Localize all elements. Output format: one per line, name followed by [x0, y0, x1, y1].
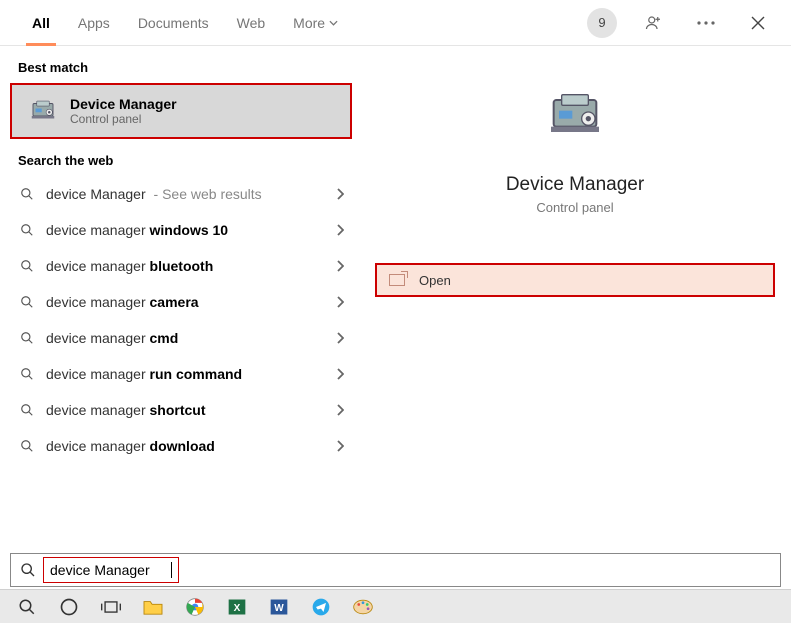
- web-result-label: device manager download: [46, 438, 219, 454]
- taskbar-paint-icon[interactable]: [342, 590, 384, 624]
- tab-all[interactable]: All: [18, 0, 64, 46]
- taskbar-taskview-icon[interactable]: [90, 590, 132, 624]
- search-icon: [18, 367, 36, 381]
- chevron-right-icon: [336, 368, 344, 380]
- web-result-label: device manager camera: [46, 294, 203, 310]
- web-result-label: device Manager - See web results: [46, 186, 262, 202]
- preview-pane: Device Manager Control panel Open: [358, 46, 791, 568]
- best-match-heading: Best match: [0, 46, 358, 83]
- taskbar: X W: [0, 589, 791, 623]
- svg-text:W: W: [274, 603, 284, 614]
- preview-subtitle: Control panel: [536, 200, 613, 215]
- search-icon: [18, 403, 36, 417]
- chevron-right-icon: [336, 260, 344, 272]
- badge-count: 9: [598, 15, 605, 30]
- chevron-right-icon: [336, 224, 344, 236]
- search-icon: [18, 187, 36, 201]
- web-result-label: device manager bluetooth: [46, 258, 217, 274]
- search-icon: [11, 562, 45, 578]
- search-icon: [18, 223, 36, 237]
- web-result-label: device manager windows 10: [46, 222, 232, 238]
- search-icon: [18, 331, 36, 345]
- chevron-right-icon: [336, 188, 344, 200]
- rewards-badge[interactable]: 9: [587, 8, 617, 38]
- search-icon: [18, 259, 36, 273]
- best-match-subtitle: Control panel: [70, 112, 177, 126]
- tab-more[interactable]: More: [279, 0, 352, 46]
- search-input[interactable]: [50, 562, 170, 578]
- taskbar-cortana-icon[interactable]: [48, 590, 90, 624]
- web-result-label: device manager run command: [46, 366, 246, 382]
- tab-apps[interactable]: Apps: [64, 0, 124, 46]
- tab-web[interactable]: Web: [223, 0, 280, 46]
- best-match-title: Device Manager: [70, 96, 177, 112]
- open-icon: [389, 274, 405, 286]
- web-search-heading: Search the web: [0, 139, 358, 176]
- chevron-down-icon: [329, 20, 338, 26]
- web-result-item[interactable]: device manager bluetooth: [0, 248, 358, 284]
- web-results-list: device Manager - See web results device m…: [0, 176, 358, 464]
- chevron-right-icon: [336, 404, 344, 416]
- tab-label: Documents: [138, 15, 209, 31]
- web-result-label: device manager cmd: [46, 330, 182, 346]
- device-manager-icon: [543, 84, 607, 148]
- web-result-item[interactable]: device manager cmd: [0, 320, 358, 356]
- feedback-icon[interactable]: [639, 8, 669, 38]
- chevron-right-icon: [336, 440, 344, 452]
- search-bar[interactable]: [10, 553, 781, 587]
- tab-label: Web: [237, 15, 266, 31]
- search-icon: [18, 295, 36, 309]
- taskbar-telegram-icon[interactable]: [300, 590, 342, 624]
- tab-bar: All Apps Documents Web More 9: [0, 0, 791, 46]
- text-cursor: [171, 562, 172, 578]
- chevron-right-icon: [336, 332, 344, 344]
- taskbar-excel-icon[interactable]: X: [216, 590, 258, 624]
- device-manager-icon: [26, 94, 60, 128]
- taskbar-chrome-icon[interactable]: [174, 590, 216, 624]
- taskbar-word-icon[interactable]: W: [258, 590, 300, 624]
- web-result-item[interactable]: device manager shortcut: [0, 392, 358, 428]
- taskbar-search-icon[interactable]: [6, 590, 48, 624]
- chevron-right-icon: [336, 296, 344, 308]
- web-result-item[interactable]: device manager download: [0, 428, 358, 464]
- results-pane: Best match Device Manager Control panel …: [0, 46, 358, 568]
- main-area: Best match Device Manager Control panel …: [0, 46, 791, 568]
- tab-label: All: [32, 15, 50, 31]
- tab-label: Apps: [78, 15, 110, 31]
- best-match-item[interactable]: Device Manager Control panel: [10, 83, 352, 139]
- svg-text:X: X: [234, 603, 241, 614]
- open-label: Open: [419, 273, 451, 288]
- more-options-icon[interactable]: [691, 8, 721, 38]
- web-result-label: device manager shortcut: [46, 402, 210, 418]
- web-result-item[interactable]: device Manager - See web results: [0, 176, 358, 212]
- web-result-item[interactable]: device manager camera: [0, 284, 358, 320]
- web-result-item[interactable]: device manager run command: [0, 356, 358, 392]
- open-action[interactable]: Open: [375, 263, 775, 297]
- tab-documents[interactable]: Documents: [124, 0, 223, 46]
- tab-label: More: [293, 15, 325, 31]
- preview-title: Device Manager: [506, 174, 644, 196]
- search-icon: [18, 439, 36, 453]
- web-result-item[interactable]: device manager windows 10: [0, 212, 358, 248]
- close-icon[interactable]: [743, 8, 773, 38]
- taskbar-explorer-icon[interactable]: [132, 590, 174, 624]
